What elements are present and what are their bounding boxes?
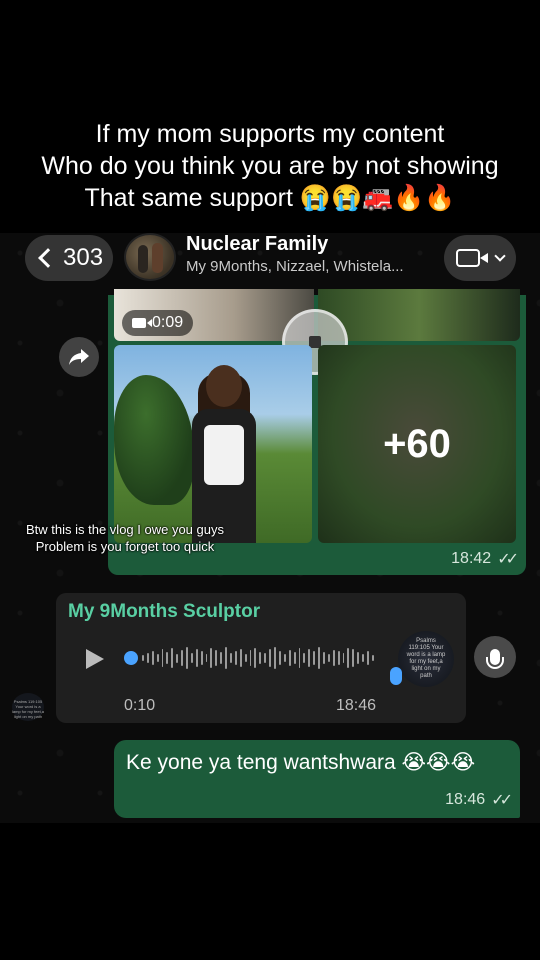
waveform-bar	[308, 649, 311, 667]
waveform-bar	[318, 647, 320, 669]
waveform-bar	[357, 652, 360, 664]
outgoing-message[interactable]: Ke yone ya teng wantshwara 😭😭😭 18:46 ✓✓	[114, 740, 520, 818]
waveform-bar	[337, 651, 340, 665]
message-time: 18:42	[451, 550, 492, 567]
waveform-bar	[176, 653, 179, 663]
waveform-bar	[230, 653, 232, 663]
voice-sender-avatar: Psalms 119:105 Your word is a lamp for m…	[398, 631, 454, 687]
forward-button[interactable]	[59, 337, 99, 377]
waveform-bar	[347, 648, 350, 668]
waveform-bar	[249, 650, 252, 666]
waveform-bar	[186, 647, 188, 669]
audio-waveform[interactable]	[142, 645, 374, 671]
waveform-bar	[244, 654, 247, 662]
transcribe-button[interactable]	[474, 636, 516, 678]
play-icon[interactable]	[86, 649, 104, 669]
waveform-bar	[234, 651, 237, 665]
video-duration: 0:09	[152, 314, 184, 331]
chevron-down-icon	[494, 250, 506, 262]
waveform-bar	[200, 651, 203, 665]
message-time: 18:46	[335, 697, 376, 714]
read-receipt-icon: ✓✓	[491, 792, 513, 809]
waveform-bar	[254, 648, 257, 668]
voice-duration: 0:10	[124, 697, 156, 714]
waveform-bar	[327, 654, 330, 662]
video-call-button[interactable]	[444, 235, 516, 281]
sender-name[interactable]: My 9Months Sculptor	[68, 601, 260, 623]
waveform-bar	[142, 655, 144, 661]
forward-icon	[69, 349, 89, 365]
group-avatar[interactable]	[124, 233, 176, 281]
waveform-bar	[220, 652, 223, 664]
waveform-bar	[210, 648, 213, 668]
message-meta: 18:46 ✓✓	[445, 790, 513, 810]
waveform-bar	[283, 654, 286, 662]
waveform-bar	[298, 648, 301, 668]
waveform-bar	[332, 650, 335, 666]
sender-avatar[interactable]: Psalms 119:105 Your word is a lamp for m…	[12, 693, 44, 721]
sender-avatar-text: Psalms 119:105 Your word is a lamp for m…	[12, 699, 45, 719]
avatar-text: Psalms 119:105 Your word is a lamp for m…	[406, 638, 446, 679]
read-receipt-icon: ✓✓	[497, 551, 519, 568]
video-camera-icon	[132, 318, 152, 328]
chat-title[interactable]: Nuclear Family	[186, 233, 328, 256]
waveform-bar	[288, 650, 291, 666]
caption-line-2: Who do you think you are by not showing	[41, 152, 499, 180]
waveform-bar	[146, 653, 149, 663]
video-duration-badge: 0:09	[122, 310, 194, 336]
chat-screen: 303 Nuclear Family My 9Months, Nizzael, …	[0, 233, 540, 823]
microphone-icon	[486, 649, 504, 669]
media-tile[interactable]	[318, 289, 520, 341]
waveform-bar	[274, 647, 276, 669]
waveform-bar	[366, 651, 369, 665]
chat-header: 303 Nuclear Family My 9Months, Nizzael, …	[0, 233, 540, 293]
overlay-caption-line-2: Problem is you forget too quick	[35, 539, 215, 554]
waveform-bar	[151, 651, 154, 665]
caption-line-1: If my mom supports my content	[95, 120, 445, 148]
waveform-bar	[215, 650, 218, 666]
waveform-bar	[181, 650, 184, 666]
media-tile-photo[interactable]	[114, 345, 312, 543]
message-text: Ke yone ya teng wantshwara 😭😭😭	[126, 751, 476, 774]
waveform-bar	[259, 652, 262, 664]
waveform-bar	[362, 654, 364, 662]
overlay-caption: Btw this is the vlog I owe you guys Prob…	[0, 521, 250, 555]
voice-message[interactable]: My 9Months Sculptor Psalms 119:105 Your …	[56, 593, 466, 723]
waveform-bar	[342, 653, 345, 663]
waveform-bar	[171, 648, 174, 668]
video-caption: If my mom supports my content Who do you…	[0, 118, 540, 214]
microphone-badge-icon	[390, 667, 402, 685]
waveform-bar	[264, 653, 267, 663]
media-tile-more[interactable]: +60	[318, 345, 516, 543]
waveform-bar	[352, 649, 355, 667]
waveform-bar	[190, 653, 193, 663]
waveform-bar	[156, 654, 159, 662]
waveform-bar	[371, 655, 374, 661]
more-media-count: +60	[383, 421, 451, 466]
caption-line-3: That same support 😭😭🚒🔥🔥	[84, 184, 456, 212]
video-camera-icon	[456, 249, 488, 267]
waveform-bar	[225, 647, 228, 669]
waveform-bar	[322, 652, 325, 664]
unread-count: 303	[63, 244, 104, 271]
chat-participants[interactable]: My 9Months, Nizzael, Whistela...	[186, 258, 404, 275]
message-meta: 18:42 ✓✓	[451, 549, 519, 569]
waveform-bar	[278, 651, 281, 665]
back-button[interactable]: 303	[25, 235, 113, 281]
waveform-bar	[269, 649, 272, 667]
waveform-bar	[313, 651, 316, 665]
playback-scrubber[interactable]	[124, 651, 138, 665]
waveform-bar	[205, 654, 208, 662]
waveform-bar	[166, 652, 169, 664]
chevron-left-icon	[38, 248, 58, 268]
waveform-bar	[303, 653, 306, 663]
overlay-caption-line-1: Btw this is the vlog I owe you guys	[26, 522, 224, 537]
waveform-bar	[161, 649, 164, 667]
waveform-bar	[239, 649, 242, 667]
waveform-bar	[293, 652, 296, 664]
waveform-bar	[195, 649, 198, 667]
message-time: 18:46	[445, 791, 486, 808]
